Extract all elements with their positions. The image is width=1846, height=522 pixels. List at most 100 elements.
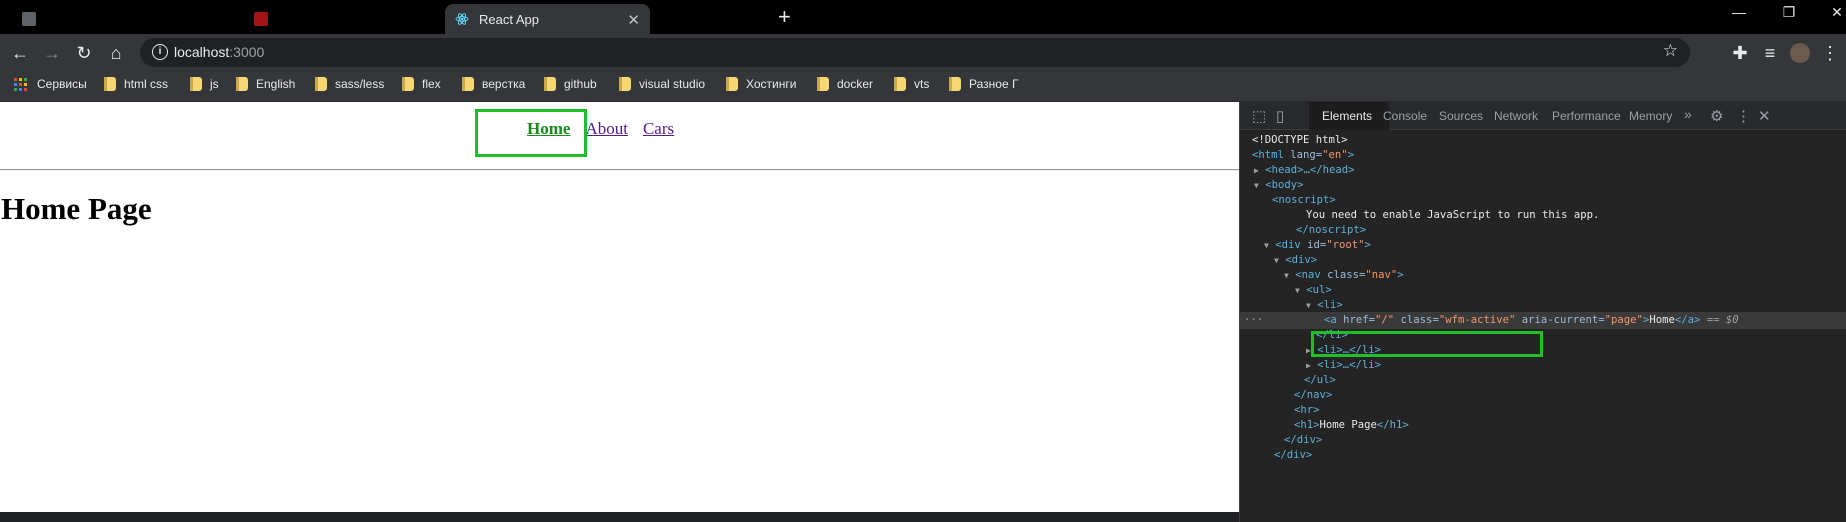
bookmark-folder[interactable]: flex bbox=[402, 77, 441, 91]
bookmark-folder[interactable]: Разное Г bbox=[949, 77, 1018, 91]
bookmark-folder[interactable]: html css bbox=[104, 77, 168, 91]
text-node: Home Page bbox=[1319, 419, 1377, 431]
attr-value: "/" bbox=[1375, 314, 1395, 326]
nav-item-cars: Cars bbox=[643, 119, 689, 139]
url-port: :3000 bbox=[229, 44, 265, 60]
collapse-triangle-icon[interactable]: ▼ bbox=[1295, 286, 1300, 295]
bookmark-folder[interactable]: sass/less bbox=[315, 77, 384, 91]
react-logo-icon bbox=[455, 12, 469, 26]
tab-network[interactable]: Network bbox=[1494, 109, 1538, 123]
nav-link-cars[interactable]: Cars bbox=[643, 119, 674, 138]
tab-strip: React App ✕ + — ❐ ✕ bbox=[0, 0, 1846, 34]
tab-favicon-icon bbox=[22, 12, 36, 26]
bookmarks-bar: Сервисы html css js English sass/less fl… bbox=[0, 71, 1846, 102]
tag-text: <html bbox=[1252, 149, 1291, 161]
attr-value: "nav" bbox=[1365, 269, 1398, 281]
bookmark-folder[interactable]: visual studio bbox=[619, 77, 705, 91]
restore-icon[interactable]: ❐ bbox=[1774, 4, 1804, 21]
bookmark-folder[interactable]: vts bbox=[894, 77, 929, 91]
collapse-triangle-icon[interactable]: ▼ bbox=[1274, 256, 1279, 265]
bookmark-folder[interactable]: English bbox=[236, 77, 295, 91]
tag-text: <noscript> bbox=[1272, 194, 1336, 206]
profile-avatar-icon[interactable] bbox=[1788, 41, 1812, 65]
folder-icon bbox=[949, 77, 961, 91]
devtools-panel: ⬚ ▯ Elements Console Sources Network Per… bbox=[1239, 102, 1846, 522]
attr-value: "root" bbox=[1326, 239, 1365, 251]
tag-text: </nav> bbox=[1294, 389, 1333, 401]
collapse-triangle-icon[interactable]: ▼ bbox=[1254, 181, 1259, 190]
attr-text: aria-current= bbox=[1515, 314, 1605, 326]
attr-text: id= bbox=[1307, 239, 1327, 251]
collapse-triangle-icon[interactable]: ▼ bbox=[1264, 241, 1269, 250]
highlight-box bbox=[475, 109, 587, 157]
bookmark-folder[interactable]: github bbox=[544, 77, 597, 91]
folder-icon bbox=[462, 77, 474, 91]
expand-triangle-icon[interactable]: ▶ bbox=[1254, 166, 1259, 175]
tag-text: <li>…</li> bbox=[1317, 359, 1381, 371]
reload-icon[interactable]: ↻ bbox=[72, 41, 96, 65]
url-text[interactable]: localhost:3000 bbox=[174, 44, 264, 60]
dom-line[interactable]: </div> bbox=[1240, 447, 1846, 464]
tag-text: <nav bbox=[1295, 269, 1328, 281]
back-arrow-icon[interactable]: ← bbox=[8, 41, 32, 65]
bookmark-apps[interactable]: Сервисы bbox=[14, 77, 87, 91]
more-tabs-icon[interactable]: » bbox=[1684, 106, 1692, 122]
tag-text: <h1> bbox=[1294, 419, 1320, 431]
new-tab-icon[interactable]: + bbox=[778, 6, 791, 28]
inspect-element-icon[interactable]: ⬚ bbox=[1252, 107, 1266, 125]
doctype-text: <!DOCTYPE html> bbox=[1252, 134, 1348, 146]
tab-1[interactable] bbox=[12, 4, 237, 34]
bookmark-folder[interactable]: docker bbox=[817, 77, 873, 91]
tab-console[interactable]: Console bbox=[1383, 109, 1427, 123]
tag-text: </div> bbox=[1274, 449, 1313, 461]
tab-elements[interactable]: Elements bbox=[1322, 109, 1372, 123]
tab-sources[interactable]: Sources bbox=[1439, 109, 1483, 123]
tag-text: <ul> bbox=[1306, 284, 1332, 296]
bookmark-folder[interactable]: Хостинги bbox=[726, 77, 796, 91]
extensions-puzzle-icon[interactable]: ✚ bbox=[1728, 41, 1752, 65]
settings-gear-icon[interactable]: ⚙ bbox=[1710, 107, 1723, 125]
bookmark-label: sass/less bbox=[335, 77, 385, 91]
collapse-triangle-icon[interactable]: ▼ bbox=[1284, 271, 1289, 280]
media-queue-icon[interactable]: ≡ bbox=[1758, 41, 1782, 65]
tag-text: <li> bbox=[1317, 299, 1343, 311]
page-divider bbox=[0, 169, 1239, 171]
tag-text: <body> bbox=[1265, 179, 1304, 191]
collapse-triangle-icon[interactable]: ▼ bbox=[1306, 301, 1311, 310]
minimize-icon[interactable]: — bbox=[1724, 4, 1754, 20]
tab-memory[interactable]: Memory bbox=[1629, 109, 1672, 123]
close-tab-icon[interactable]: ✕ bbox=[627, 11, 640, 29]
devtools-menu-icon[interactable]: ⋮ bbox=[1736, 107, 1751, 125]
forward-arrow-icon[interactable]: → bbox=[40, 41, 64, 65]
attr-value: "en" bbox=[1322, 149, 1348, 161]
close-window-icon[interactable]: ✕ bbox=[1822, 4, 1846, 21]
dollar0-text: $0 bbox=[1725, 314, 1739, 326]
devtools-tabbar: ⬚ ▯ Elements Console Sources Network Per… bbox=[1240, 102, 1846, 130]
bookmark-label: github bbox=[564, 77, 597, 91]
tab-2[interactable] bbox=[244, 4, 444, 34]
home-icon[interactable]: ⌂ bbox=[104, 41, 128, 65]
close-devtools-icon[interactable]: ✕ bbox=[1758, 107, 1771, 125]
bookmark-folder[interactable]: js bbox=[190, 77, 219, 91]
folder-icon bbox=[104, 77, 116, 91]
bookmark-star-icon[interactable]: ☆ bbox=[1663, 41, 1678, 61]
device-toolbar-icon[interactable]: ▯ bbox=[1276, 107, 1284, 125]
site-info-icon[interactable]: i bbox=[152, 44, 168, 60]
expand-triangle-icon[interactable]: ▶ bbox=[1306, 361, 1311, 370]
folder-icon bbox=[894, 77, 906, 91]
menu-kebab-icon[interactable]: ⋮ bbox=[1818, 41, 1842, 65]
attr-text: lang= bbox=[1290, 149, 1323, 161]
tab-react-app[interactable]: React App ✕ bbox=[445, 4, 650, 34]
folder-icon bbox=[619, 77, 631, 91]
nav-link-about[interactable]: About bbox=[585, 119, 628, 138]
tag-text: </h1> bbox=[1376, 419, 1409, 431]
tag-text: </ul> bbox=[1304, 374, 1336, 386]
tab-title: React App bbox=[479, 11, 539, 27]
bookmark-folder[interactable]: верстка bbox=[462, 77, 525, 91]
folder-icon bbox=[817, 77, 829, 91]
address-bar[interactable]: i localhost:3000 ☆ bbox=[140, 38, 1690, 67]
site-nav: Home About Cars bbox=[0, 102, 1239, 170]
tab-performance[interactable]: Performance bbox=[1552, 109, 1621, 123]
bookmark-label: js bbox=[210, 77, 219, 91]
folder-icon bbox=[236, 77, 248, 91]
